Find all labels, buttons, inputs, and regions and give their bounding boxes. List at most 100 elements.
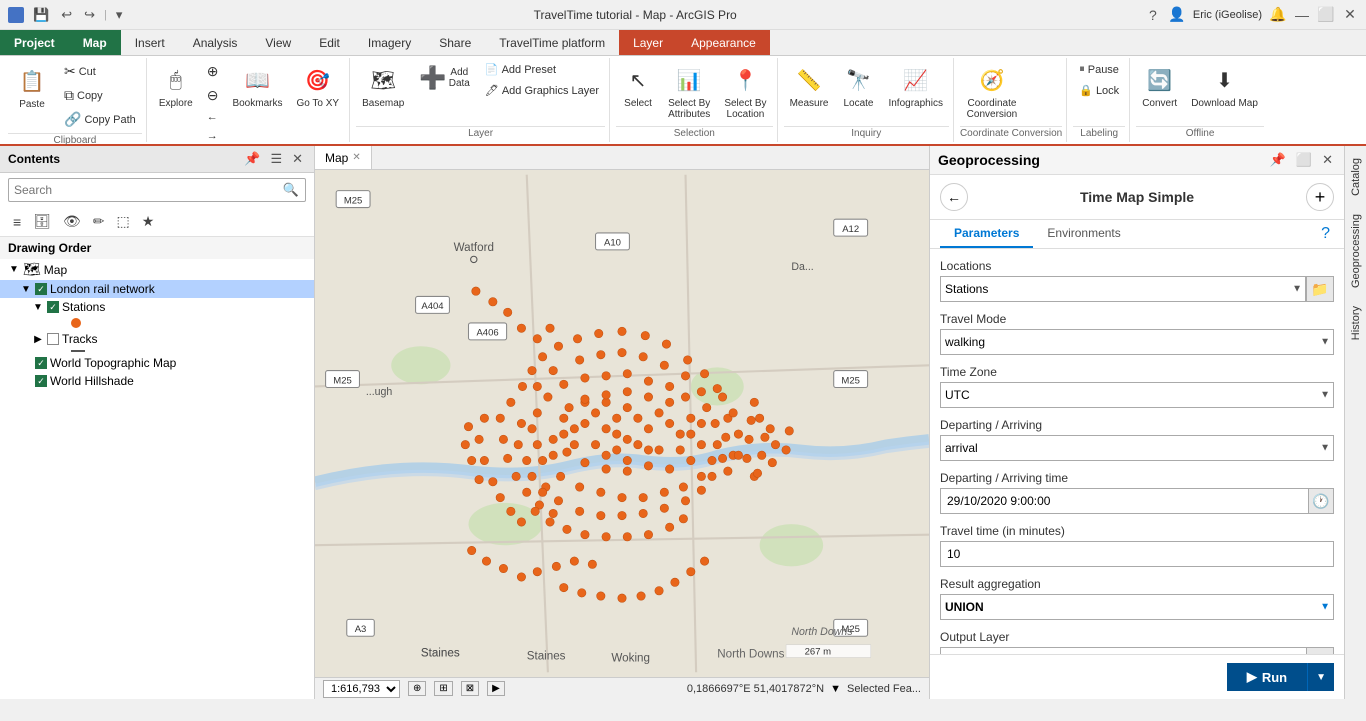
map-tool-1[interactable]: ⊕ (408, 681, 426, 696)
user-btn[interactable]: 👤 (1169, 7, 1185, 23)
fixed-zoom-in-btn[interactable]: ⊕ (201, 60, 225, 83)
tab-project[interactable]: Project (0, 30, 69, 55)
history-tab-btn[interactable]: History (1347, 298, 1365, 348)
add-data-btn[interactable]: ➕ AddData (412, 60, 477, 96)
redo-btn[interactable]: ↪ (81, 5, 98, 25)
map-tab[interactable]: Map ✕ (315, 146, 372, 169)
pause-btn[interactable]: ⏸ Pause (1073, 60, 1125, 79)
minimize-btn[interactable]: — (1294, 7, 1310, 23)
tree-item-london-rail[interactable]: ▼ ✓ London rail network (0, 280, 314, 298)
source-view-btn[interactable]: 🗄 (28, 210, 56, 233)
help-btn[interactable]: ? (1145, 7, 1161, 23)
fixed-zoom-out-btn[interactable]: ⊖ (201, 84, 225, 107)
output-layer-input[interactable] (940, 647, 1306, 654)
result-aggregation-select[interactable]: UNION INTERSECTION (940, 594, 1334, 620)
tab-appearance[interactable]: Appearance (677, 30, 770, 55)
add-preset-btn[interactable]: 📄 Add Preset (479, 60, 605, 79)
paste-btn[interactable]: 📋 Paste (8, 60, 56, 115)
selection-view-btn[interactable]: ⬚ (111, 210, 134, 233)
tab-traveltime[interactable]: TravelTime platform (485, 30, 619, 55)
back-btn[interactable]: ← (201, 108, 225, 126)
expand-tracks[interactable]: ▶ (32, 334, 44, 345)
search-input[interactable] (9, 180, 277, 200)
tab-map[interactable]: Map (69, 30, 121, 55)
catalog-tab-btn[interactable]: Catalog (1347, 150, 1365, 204)
basemap-btn[interactable]: 🗺 Basemap (356, 60, 410, 113)
geo-tab-parameters[interactable]: Parameters (940, 220, 1033, 248)
lock-btn[interactable]: 🔒 Lock (1073, 81, 1125, 100)
locate-btn[interactable]: 🔭 Locate (836, 60, 880, 113)
tree-item-world-topo[interactable]: ✓ World Topographic Map (0, 354, 314, 372)
stations-checkbox[interactable]: ✓ (47, 301, 59, 313)
tab-insert[interactable]: Insert (121, 30, 179, 55)
expand-london-rail[interactable]: ▼ (20, 284, 32, 295)
copy-path-btn[interactable]: 🔗 Copy Path (58, 108, 142, 131)
customize-btn[interactable]: ▾ (113, 5, 126, 25)
add-graphics-layer-btn[interactable]: 🖊 Add Graphics Layer (479, 81, 605, 100)
bookmarks-btn[interactable]: 📖 Bookmarks (226, 60, 288, 113)
tree-item-stations[interactable]: ▼ ✓ Stations (0, 298, 314, 316)
scale-select[interactable]: 1:616,793 (323, 680, 400, 698)
tree-item-world-hillshade[interactable]: ✓ World Hillshade (0, 372, 314, 390)
visibility-btn[interactable]: 👁 (58, 210, 86, 233)
edit-view-btn[interactable]: ✏ (88, 210, 110, 233)
travel-mode-select[interactable]: walking (940, 329, 1334, 355)
forward-btn[interactable]: → (201, 127, 225, 145)
tree-item-map[interactable]: ▼ 🗺 Map (0, 259, 314, 280)
departing-time-input[interactable] (940, 488, 1308, 514)
expand-stations[interactable]: ▼ (32, 302, 44, 313)
geo-help-btn[interactable]: ? (1317, 220, 1334, 248)
run-btn[interactable]: ▶ Run (1227, 663, 1307, 691)
world-hillshade-checkbox[interactable]: ✓ (35, 375, 47, 387)
map-tool-2[interactable]: ⊞ (434, 681, 452, 696)
tab-view[interactable]: View (251, 30, 305, 55)
locations-select[interactable]: Stations (940, 276, 1306, 302)
select-by-location-btn[interactable]: 📍 Select ByLocation (718, 60, 772, 124)
bell-btn[interactable]: 🔔 (1270, 7, 1286, 23)
geoprocessing-tab-btn[interactable]: Geoprocessing (1347, 206, 1365, 296)
map-tool-4[interactable]: ▶ (487, 681, 505, 696)
map-tab-close-btn[interactable]: ✕ (352, 152, 360, 163)
map-area[interactable]: Map ✕ (315, 146, 929, 699)
geo-tab-environments[interactable]: Environments (1033, 220, 1134, 248)
save-btn[interactable]: 💾 (30, 5, 52, 25)
copy-btn[interactable]: ⧉ Copy (58, 84, 142, 107)
measure-btn[interactable]: 📏 Measure (784, 60, 835, 113)
departing-time-picker-btn[interactable]: 🕐 (1308, 488, 1334, 514)
search-submit-btn[interactable]: 🔍 (277, 179, 305, 201)
departing-arriving-select[interactable]: arrival (940, 435, 1334, 461)
download-map-btn[interactable]: ⬇ Download Map (1185, 60, 1264, 113)
tree-item-tracks[interactable]: ▶ Tracks (0, 330, 314, 348)
undo-btn[interactable]: ↩ (58, 5, 75, 25)
select-btn[interactable]: ↖ Select (616, 60, 660, 113)
geo-panel-pin-btn[interactable]: 📌 (1267, 151, 1289, 169)
map-canvas[interactable]: M25 A10 A12 M25 M25 A404 A406 A3 M25 (315, 170, 929, 677)
go-to-xy-btn[interactable]: 🎯 Go To XY (290, 60, 345, 113)
locations-folder-btn[interactable]: 📁 (1306, 276, 1334, 302)
list-view-btn[interactable]: ≡ (8, 211, 26, 233)
contents-close-btn[interactable]: ✕ (289, 150, 306, 168)
contents-pin-btn[interactable]: 📌 (241, 150, 263, 168)
geo-panel-maximize-btn[interactable]: ⬜ (1293, 151, 1315, 169)
map-tool-3[interactable]: ⊠ (461, 681, 479, 696)
tab-analysis[interactable]: Analysis (179, 30, 252, 55)
close-btn[interactable]: ✕ (1342, 7, 1358, 23)
cut-btn[interactable]: ✂ Cut (58, 60, 142, 83)
world-topo-checkbox[interactable]: ✓ (35, 357, 47, 369)
output-layer-folder-btn[interactable]: 📁 (1306, 647, 1334, 654)
maximize-btn[interactable]: ⬜ (1318, 7, 1334, 23)
highlight-btn[interactable]: ★ (137, 210, 160, 233)
expand-map[interactable]: ▼ (8, 264, 20, 275)
tab-share[interactable]: Share (425, 30, 485, 55)
travel-time-input[interactable] (940, 541, 1334, 567)
tab-edit[interactable]: Edit (305, 30, 354, 55)
contents-menu-btn[interactable]: ☰ (267, 150, 285, 168)
geo-back-btn[interactable]: ← (940, 183, 968, 211)
tab-imagery[interactable]: Imagery (354, 30, 425, 55)
london-rail-checkbox[interactable]: ✓ (35, 283, 47, 295)
tab-layer[interactable]: Layer (619, 30, 677, 55)
geo-panel-close-btn[interactable]: ✕ (1319, 151, 1336, 169)
coord-conversion-btn[interactable]: 🧭 CoordinateConversion (960, 60, 1024, 124)
select-by-attributes-btn[interactable]: 📊 Select ByAttributes (662, 60, 716, 124)
coordinates-btn[interactable]: ▼ (830, 683, 841, 695)
